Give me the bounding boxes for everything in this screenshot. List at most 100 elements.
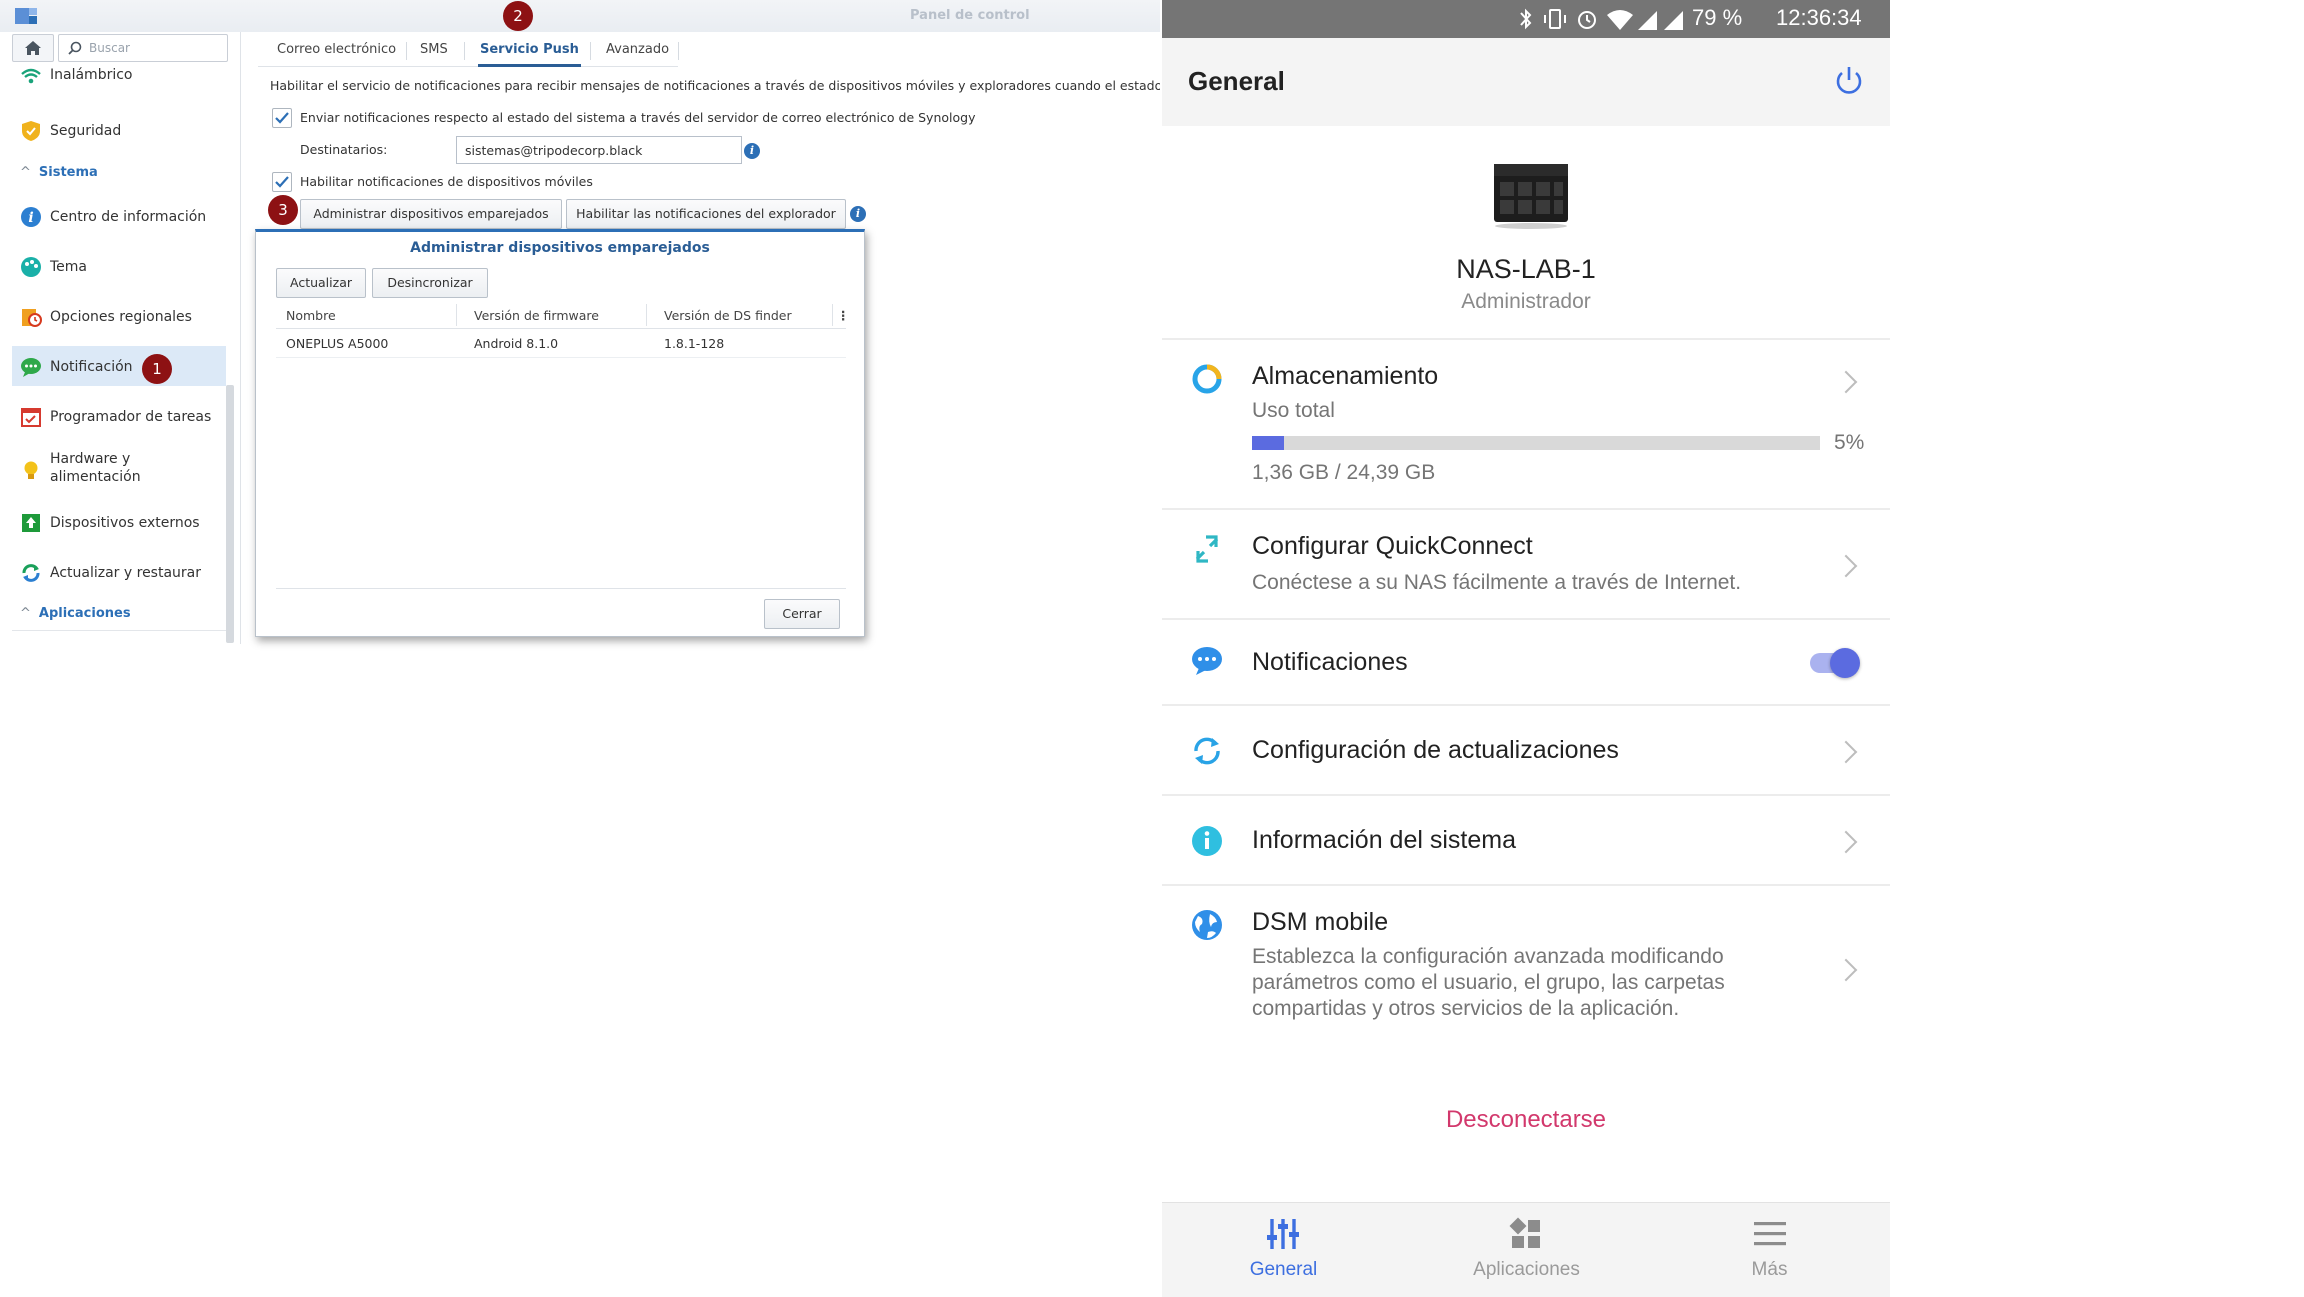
dialog-footer-divider [276,588,846,589]
sidebar-item-update-restore[interactable]: Actualizar y restaurar [12,552,226,592]
tab-sms[interactable]: SMS [418,36,450,64]
storage-row[interactable]: Almacenamiento Uso total 5% 1,36 GB / 24… [1162,340,1890,508]
apps-grid-icon [1509,1217,1540,1248]
recipients-value: sistemas@tripodecorp.black [465,143,643,158]
wifi-icon [21,68,41,84]
search-icon [68,41,82,55]
sidebar-item-theme[interactable]: Tema [12,246,226,286]
logout-button[interactable]: Desconectarse [1162,1106,1890,1134]
quickconnect-row[interactable]: Configurar QuickConnect Conéctese a su N… [1162,510,1890,618]
sidebar-item-label: Notificación [50,359,133,375]
notifications-row[interactable]: Notificaciones [1162,620,1890,704]
tab-advanced[interactable]: Avanzado [604,36,671,64]
dialog-title: Administrar dispositivos emparejados [410,240,710,256]
nav-apps[interactable]: Aplicaciones [1405,1203,1648,1297]
sidebar-item-security[interactable]: Seguridad [12,110,226,150]
bottom-navigation: General Aplicaciones Más [1162,1202,1890,1297]
upload-device-icon [22,514,40,532]
recipients-label: Destinatarios: [300,142,388,157]
storage-ring-icon [1192,364,1222,394]
mobile-screen: 79 % 12:36:34 General NAS-LAB-1 Administ… [1162,0,1890,1297]
sidebar-section-system[interactable]: ^ Sistema [20,165,98,180]
svg-text:i: i [28,210,33,226]
sidebar-item-notification[interactable]: Notificación [12,346,226,386]
chevron-right-icon [1834,958,1858,982]
sidebar-item-label: Inalámbrico [50,67,133,83]
sidebar-scrollbar[interactable] [226,385,234,643]
device-firmware: Android 8.1.0 [474,336,559,351]
chat-bubble-icon [21,358,41,377]
sidebar-item-label: Programador de tareas [50,409,212,425]
paired-devices-dialog: Administrar dispositivos emparejados Act… [255,229,865,637]
chevron-right-icon [1834,830,1858,854]
shield-icon [22,121,40,141]
storage-percent: 5% [1834,431,1865,454]
device-name: ONEPLUS A5000 [286,336,389,351]
sidebar-item-regional[interactable]: Opciones regionales [12,296,226,336]
column-header[interactable]: Versión de DS finder [664,308,792,323]
chevron-right-icon [1834,554,1858,578]
updates-row[interactable]: Configuración de actualizaciones [1162,706,1890,794]
step-badge-1: 1 [142,354,172,384]
notifications-title: Notificaciones [1252,648,1408,676]
nav-label: General [1249,1259,1318,1280]
info-icon: i [21,207,41,227]
manage-paired-devices-button[interactable]: Administrar dispositivos emparejados [300,199,562,229]
dsm-mobile-title: DSM mobile [1252,908,1389,936]
nav-general[interactable]: General [1162,1203,1405,1297]
alarm-icon [1578,11,1596,29]
dsm-mobile-row[interactable]: DSM mobile Establezca la configuración a… [1162,886,1890,1036]
sidebar-item-label: Tema [50,259,88,275]
sidebar-item-hardware[interactable]: Hardware y alimentación [12,446,226,496]
sync-icon [1194,737,1220,765]
sidebar-item-external-devices[interactable]: Dispositivos externos [12,502,226,542]
tab-separator [406,42,407,60]
chevron-up-icon: ^ [20,606,31,621]
nas-device-icon [1494,164,1568,229]
cell-signal-icon [1638,11,1657,30]
window-title: Panel de control [910,8,1030,23]
email-notify-checkbox[interactable] [272,108,292,128]
system-info-row[interactable]: Información del sistema [1162,796,1890,884]
clock-time: 12:36:34 [1776,5,1862,30]
chevron-right-icon [1834,740,1858,764]
refresh-button[interactable]: Actualizar [276,268,366,298]
section-label: Aplicaciones [38,606,131,621]
close-button[interactable]: Cerrar [764,599,840,629]
tab-email[interactable]: Correo electrónico [275,36,398,64]
info-icon [1192,826,1222,856]
enable-browser-notifications-button[interactable]: Habilitar las notificaciones del explora… [566,199,846,229]
status-bar: 79 % 12:36:34 [1162,0,1890,38]
toggle-knob [1830,648,1860,678]
tab-push-service[interactable]: Servicio Push [478,36,581,67]
sidebar-item-label: Seguridad [50,123,122,139]
column-header[interactable]: Nombre [286,308,336,323]
sidebar-section-apps[interactable]: ^ Aplicaciones [20,606,131,621]
section-label: Sistema [38,165,98,180]
recipients-field[interactable]: sistemas@tripodecorp.black [456,136,742,164]
chevron-up-icon: ^ [20,165,31,180]
step-badge-2: 2 [503,1,533,31]
checkmark-icon [275,176,289,188]
sidebar-border [240,32,241,644]
sidebar-item-task-scheduler[interactable]: Programador de tareas [12,396,226,436]
sidebar-item-wireless[interactable]: Inalámbrico [12,62,226,102]
mobile-notify-checkbox[interactable] [272,172,292,192]
power-icon[interactable] [1832,64,1866,98]
column-menu-icon[interactable]: ⋮ [837,308,850,323]
column-header[interactable]: Versión de firmware [474,308,599,323]
browser-info-icon[interactable]: i [850,206,866,222]
tab-separator [590,42,591,60]
notifications-toggle[interactable] [1810,648,1860,678]
device-name: NAS-LAB-1 [1456,254,1596,284]
unsync-button[interactable]: Desincronizar [372,268,488,298]
home-button[interactable] [12,34,54,62]
nav-more[interactable]: Más [1648,1203,1891,1297]
search-input[interactable]: Buscar [58,34,228,62]
recipients-info-icon[interactable]: i [744,143,760,159]
sidebar-item-label: Actualizar y restaurar [50,565,202,581]
table-row[interactable]: ONEPLUS A5000 Android 8.1.0 1.8.1-128 [276,329,846,358]
device-finder-version: 1.8.1-128 [664,336,725,351]
sidebar-item-info-center[interactable]: i Centro de información [12,196,226,236]
window-titlebar: Panel de control [0,0,1160,32]
